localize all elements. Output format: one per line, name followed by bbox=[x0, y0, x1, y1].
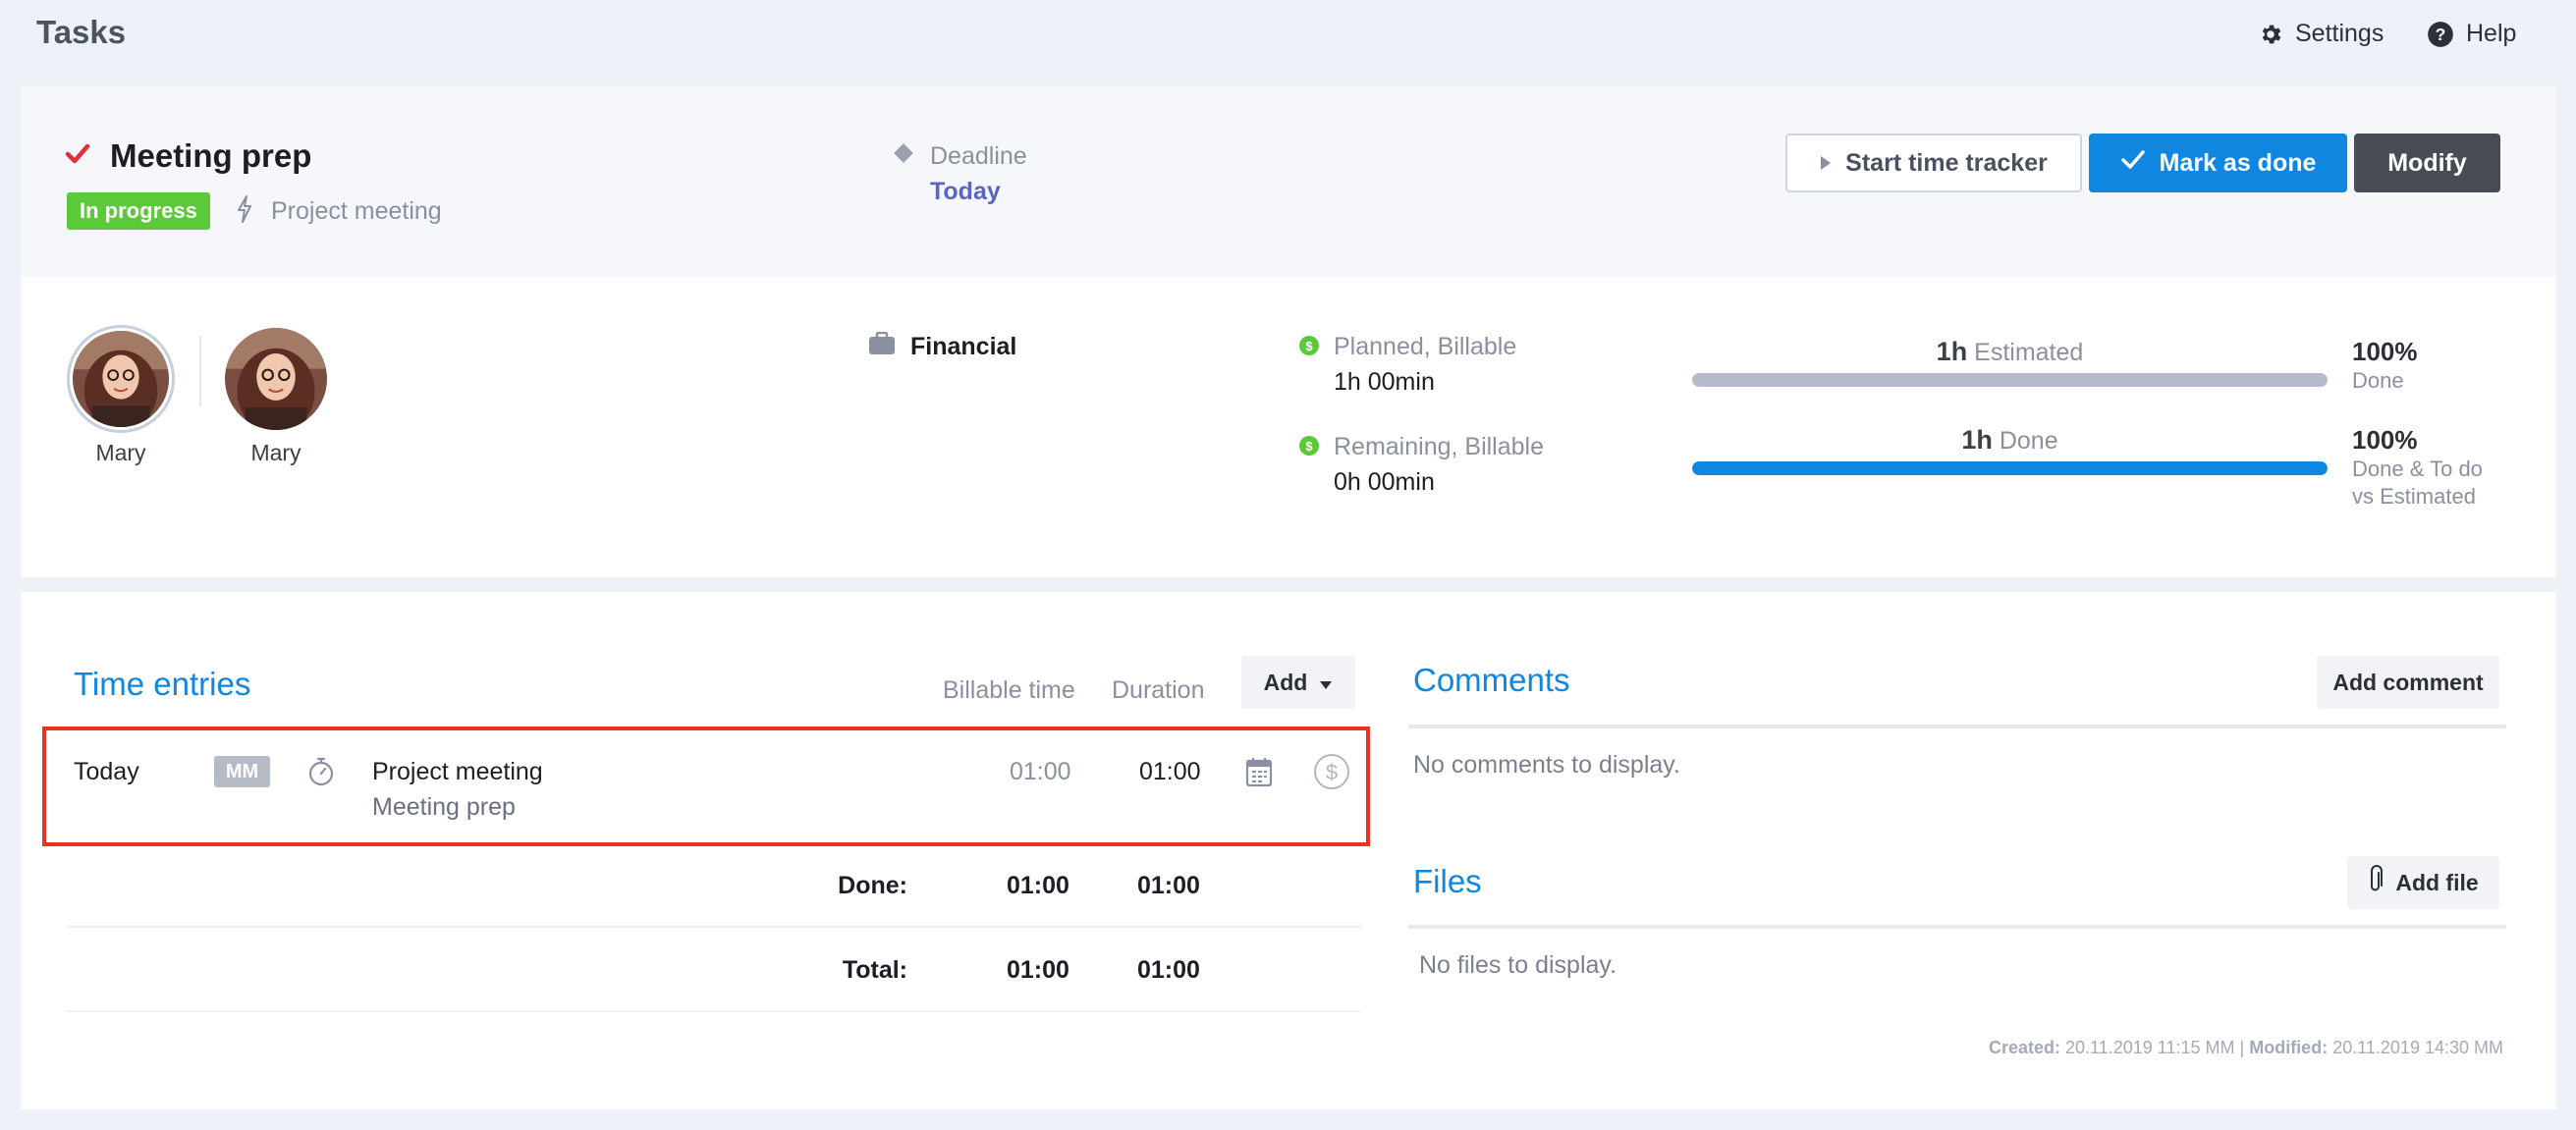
divider bbox=[67, 1010, 1361, 1012]
done-billable-total: 01:00 bbox=[1007, 872, 1069, 899]
dollar-icon: $ bbox=[1299, 436, 1319, 456]
divider bbox=[67, 926, 1361, 928]
entry-date: Today bbox=[74, 758, 139, 785]
estimated-progress-bar bbox=[1692, 373, 2328, 387]
avatar[interactable] bbox=[67, 325, 175, 433]
estimated-caption: 1h Estimated bbox=[1692, 337, 2328, 367]
assignee-name: Mary bbox=[250, 440, 301, 465]
task-title: Meeting prep bbox=[110, 137, 312, 174]
diamond-icon bbox=[891, 140, 916, 171]
deadline-label: Deadline bbox=[930, 142, 1027, 170]
planned-billable-label: Planned, Billable bbox=[1334, 333, 1517, 360]
svg-text:$: $ bbox=[1326, 760, 1338, 784]
done-percent-label: Done & To do bbox=[2352, 457, 2483, 481]
estimated-percent-label: Done bbox=[2352, 368, 2404, 393]
add-time-entry-button[interactable]: Add bbox=[1241, 656, 1355, 709]
time-entries-title: Time entries bbox=[74, 666, 251, 702]
comments-empty-text: No comments to display. bbox=[1413, 751, 1680, 779]
done-caption: 1h Done bbox=[1692, 425, 2328, 456]
done-percent: 100% bbox=[2352, 425, 2418, 455]
paperclip-icon bbox=[2368, 865, 2384, 900]
done-label: Done bbox=[1999, 427, 2058, 455]
start-time-tracker-label: Start time tracker bbox=[1845, 148, 2048, 177]
mark-as-done-button[interactable]: Mark as done bbox=[2089, 134, 2347, 192]
created-modified-meta: Created: 20.11.2019 11:15 MM | Modified:… bbox=[1989, 1038, 2503, 1058]
estimated-amount: 1h bbox=[1936, 337, 1968, 366]
estimated-label: Estimated bbox=[1974, 339, 2084, 366]
check-icon[interactable] bbox=[65, 143, 90, 170]
caret-down-icon bbox=[1319, 670, 1333, 696]
billable-time-header: Billable time bbox=[943, 676, 1075, 704]
remaining-billable-value: 0h 00min bbox=[1334, 468, 1435, 496]
avatar-divider bbox=[199, 336, 201, 406]
duration-header: Duration bbox=[1112, 676, 1205, 704]
done-progress-bar bbox=[1692, 461, 2328, 475]
add-comment-button[interactable]: Add comment bbox=[2317, 656, 2499, 709]
estimated-progress-fill bbox=[1692, 373, 2328, 387]
check-icon bbox=[2120, 149, 2146, 178]
done-amount: 1h bbox=[1961, 425, 1993, 455]
meta-separator: | bbox=[2239, 1038, 2245, 1057]
deadline-value[interactable]: Today bbox=[930, 178, 1001, 206]
entry-duration: 01:00 bbox=[1139, 758, 1201, 785]
gear-icon bbox=[2258, 22, 2283, 47]
entry-task: Meeting prep bbox=[372, 793, 516, 821]
divider bbox=[1408, 925, 2506, 929]
dollar-icon: $ bbox=[1299, 336, 1319, 355]
help-icon: ? bbox=[2427, 21, 2454, 48]
svg-text:?: ? bbox=[2436, 24, 2446, 43]
settings-link[interactable]: Settings bbox=[2258, 20, 2384, 48]
done-total-label: Done: bbox=[838, 872, 907, 899]
calendar-icon[interactable] bbox=[1245, 756, 1273, 792]
comments-title: Comments bbox=[1413, 662, 1570, 698]
billable-dollar-icon[interactable]: $ bbox=[1313, 753, 1350, 795]
add-file-button[interactable]: Add file bbox=[2347, 856, 2499, 909]
status-badge[interactable]: In progress bbox=[67, 192, 210, 230]
mark-as-done-label: Mark as done bbox=[2159, 148, 2317, 177]
category-label: Financial bbox=[910, 333, 1017, 360]
files-title: Files bbox=[1413, 863, 1482, 899]
entry-project[interactable]: Project meeting bbox=[372, 758, 543, 786]
planned-billable-value: 1h 00min bbox=[1334, 368, 1435, 396]
page-title: Tasks bbox=[36, 14, 127, 50]
remaining-billable-label: Remaining, Billable bbox=[1334, 433, 1545, 460]
estimated-percent: 100% bbox=[2352, 337, 2418, 366]
play-icon bbox=[1820, 149, 1832, 178]
done-percent-label-2: vs Estimated bbox=[2352, 484, 2476, 509]
user-initials-badge: MM bbox=[214, 756, 270, 787]
settings-label: Settings bbox=[2295, 20, 2384, 47]
help-link[interactable]: ? Help bbox=[2427, 20, 2516, 48]
start-time-tracker-button[interactable]: Start time tracker bbox=[1785, 134, 2082, 192]
project-link[interactable]: Project meeting bbox=[271, 197, 442, 226]
modified-label: Modified: bbox=[2249, 1038, 2329, 1057]
add-label: Add bbox=[1263, 669, 1308, 695]
briefcase-icon bbox=[868, 331, 896, 360]
grand-total-label: Total: bbox=[842, 956, 907, 984]
grand-duration-total: 01:00 bbox=[1137, 956, 1200, 984]
modify-button[interactable]: Modify bbox=[2354, 134, 2500, 192]
created-value: 20.11.2019 11:15 MM bbox=[2065, 1038, 2235, 1057]
help-label: Help bbox=[2466, 20, 2517, 47]
grand-billable-total: 01:00 bbox=[1007, 956, 1069, 984]
add-file-label: Add file bbox=[2395, 869, 2479, 895]
divider bbox=[1408, 725, 2506, 728]
done-progress-fill bbox=[1692, 461, 2328, 475]
created-label: Created: bbox=[1988, 1038, 2061, 1057]
avatar[interactable] bbox=[225, 328, 327, 430]
assignee-name: Mary bbox=[95, 440, 146, 465]
entry-billable-time: 01:00 bbox=[1010, 758, 1071, 785]
modified-value: 20.11.2019 14:30 MM bbox=[2332, 1038, 2503, 1057]
lightning-icon bbox=[236, 195, 253, 228]
files-empty-text: No files to display. bbox=[1419, 951, 1617, 979]
done-duration-total: 01:00 bbox=[1137, 872, 1200, 899]
stopwatch-icon bbox=[307, 756, 335, 792]
